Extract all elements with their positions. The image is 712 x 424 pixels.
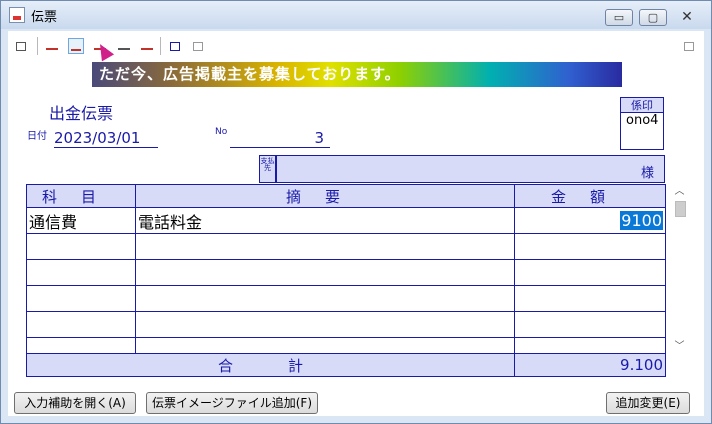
entry-table: 科目 摘要 金額 通信費 電話料金 9100 合 計 9.100 bbox=[26, 184, 666, 377]
account-cell[interactable] bbox=[26, 259, 136, 286]
total-row: 合 計 9.100 bbox=[26, 353, 666, 377]
app-icon bbox=[9, 7, 25, 23]
window: 伝票 ▭ ▢ ✕ ただ今、広告掲載主を募集しております。 出金伝票 日付 202… bbox=[0, 0, 712, 424]
description-cell[interactable] bbox=[135, 233, 515, 260]
total-label: 合 計 bbox=[26, 353, 515, 377]
ad-banner: ただ今、広告掲載主を募集しております。 bbox=[92, 62, 622, 87]
scroll-thumb[interactable] bbox=[675, 201, 686, 217]
payee-label: 支払先 bbox=[259, 155, 276, 183]
description-cell[interactable]: 電話料金 bbox=[135, 207, 515, 234]
slip-editor: ただ今、広告掲載主を募集しております。 出金伝票 日付 2023/03/01 N… bbox=[8, 31, 704, 416]
account-cell[interactable] bbox=[26, 337, 136, 354]
previous-record-icon[interactable] bbox=[68, 38, 84, 54]
amount-cell[interactable] bbox=[514, 285, 666, 312]
slip-number-field[interactable]: 3 bbox=[230, 129, 330, 148]
settings-icon[interactable] bbox=[682, 38, 698, 54]
add-change-button[interactable]: 追加変更(E) bbox=[606, 392, 690, 414]
new-slip-icon[interactable] bbox=[14, 38, 30, 54]
account-cell[interactable] bbox=[26, 285, 136, 312]
account-cell[interactable] bbox=[26, 233, 136, 260]
first-record-icon[interactable] bbox=[44, 38, 60, 54]
amount-cell[interactable] bbox=[514, 233, 666, 260]
amount-cell[interactable] bbox=[514, 311, 666, 338]
header-description: 摘要 bbox=[135, 184, 515, 208]
amount-cell[interactable] bbox=[514, 259, 666, 286]
stamp-field[interactable]: ono4 bbox=[620, 113, 664, 150]
table-scrollbar[interactable]: ︿ ﹀ bbox=[671, 184, 688, 355]
table-row bbox=[26, 259, 666, 286]
amount-cell[interactable]: 9100 bbox=[514, 207, 666, 234]
close-button[interactable]: ✕ bbox=[667, 9, 707, 26]
table-row bbox=[26, 311, 666, 338]
table-row bbox=[26, 285, 666, 312]
table-header: 科目 摘要 金額 bbox=[26, 184, 666, 208]
date-field[interactable]: 2023/03/01 bbox=[54, 129, 158, 148]
window-title: 伝票 bbox=[31, 10, 58, 25]
payee-suffix: 様 bbox=[640, 166, 654, 181]
search-next-icon[interactable] bbox=[191, 38, 207, 54]
delete-record-icon[interactable] bbox=[139, 38, 155, 54]
input-help-button[interactable]: 入力補助を開く(A) bbox=[14, 392, 136, 414]
total-value: 9.100 bbox=[514, 353, 666, 377]
description-cell[interactable] bbox=[135, 311, 515, 338]
table-row bbox=[26, 233, 666, 260]
payee-field[interactable]: 様 bbox=[276, 155, 665, 183]
date-label: 日付 bbox=[27, 131, 47, 142]
account-cell[interactable] bbox=[26, 311, 136, 338]
description-cell[interactable] bbox=[135, 337, 515, 354]
scroll-down-icon[interactable]: ﹀ bbox=[671, 339, 688, 355]
last-record-icon[interactable] bbox=[116, 38, 132, 54]
slip-number-label: No bbox=[215, 127, 228, 137]
header-account: 科目 bbox=[26, 184, 136, 208]
scroll-up-icon[interactable]: ︿ bbox=[671, 184, 688, 200]
maximize-button[interactable]: ▢ bbox=[639, 9, 667, 26]
table-row bbox=[26, 337, 666, 354]
description-cell[interactable] bbox=[135, 285, 515, 312]
stamp-label: 係印 bbox=[620, 97, 664, 113]
search-icon[interactable] bbox=[168, 38, 184, 54]
amount-cell[interactable] bbox=[514, 337, 666, 354]
minimize-button[interactable]: ▭ bbox=[605, 9, 633, 26]
account-cell[interactable]: 通信費 bbox=[26, 207, 136, 234]
add-image-file-button[interactable]: 伝票イメージファイル追加(F) bbox=[146, 392, 318, 414]
slip-title: 出金伝票 bbox=[49, 104, 114, 123]
title-bar: 伝票 ▭ ▢ ✕ bbox=[1, 1, 711, 29]
table-row: 通信費 電話料金 9100 bbox=[26, 207, 666, 234]
description-cell[interactable] bbox=[135, 259, 515, 286]
header-amount: 金額 bbox=[514, 184, 666, 208]
amount-value-selected[interactable]: 9100 bbox=[620, 211, 663, 230]
